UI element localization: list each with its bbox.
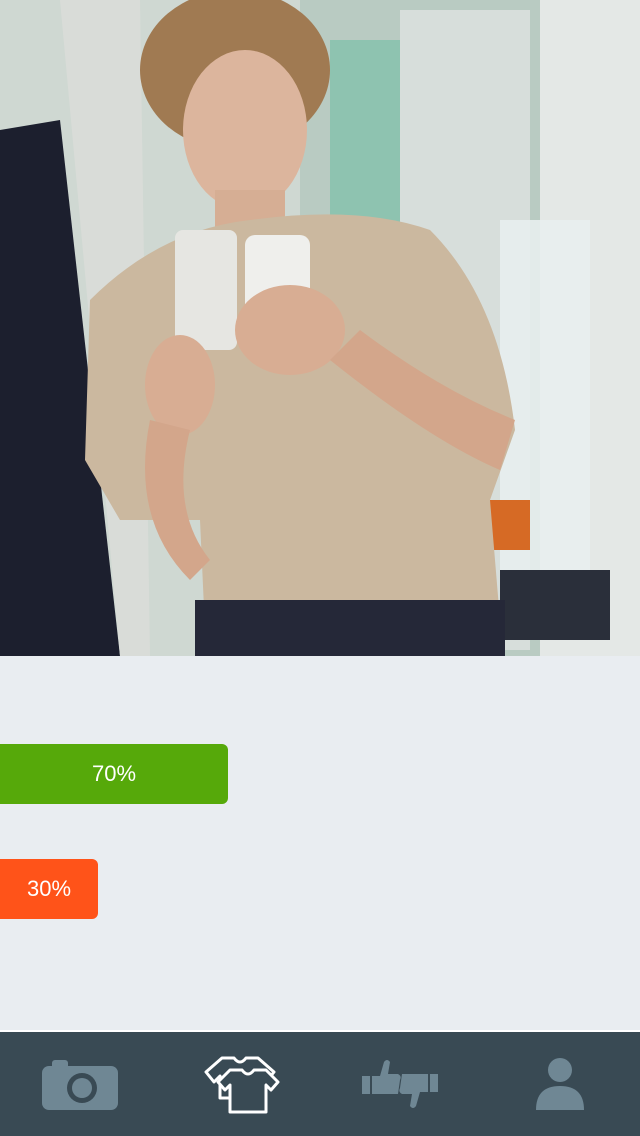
vote-results: 70% 30% (0, 656, 640, 1030)
tab-vote[interactable] (320, 1032, 480, 1136)
approve-percentage-bar: 70% (0, 744, 228, 804)
tab-profile[interactable] (480, 1032, 640, 1136)
tab-camera[interactable] (0, 1032, 160, 1136)
clothes-icon (204, 1056, 280, 1114)
outfit-photo-image (0, 0, 640, 656)
camera-icon (42, 1060, 118, 1110)
tab-bar (0, 1030, 640, 1136)
disapprove-percentage-bar: 30% (0, 859, 98, 919)
profile-icon (536, 1058, 584, 1110)
tab-outfits[interactable] (160, 1032, 320, 1136)
outfit-photo (0, 0, 640, 656)
disapprove-percentage-label: 30% (26, 876, 72, 901)
thumbs-up-down-icon (362, 1060, 438, 1108)
approve-percentage-label: 70% (91, 761, 137, 786)
